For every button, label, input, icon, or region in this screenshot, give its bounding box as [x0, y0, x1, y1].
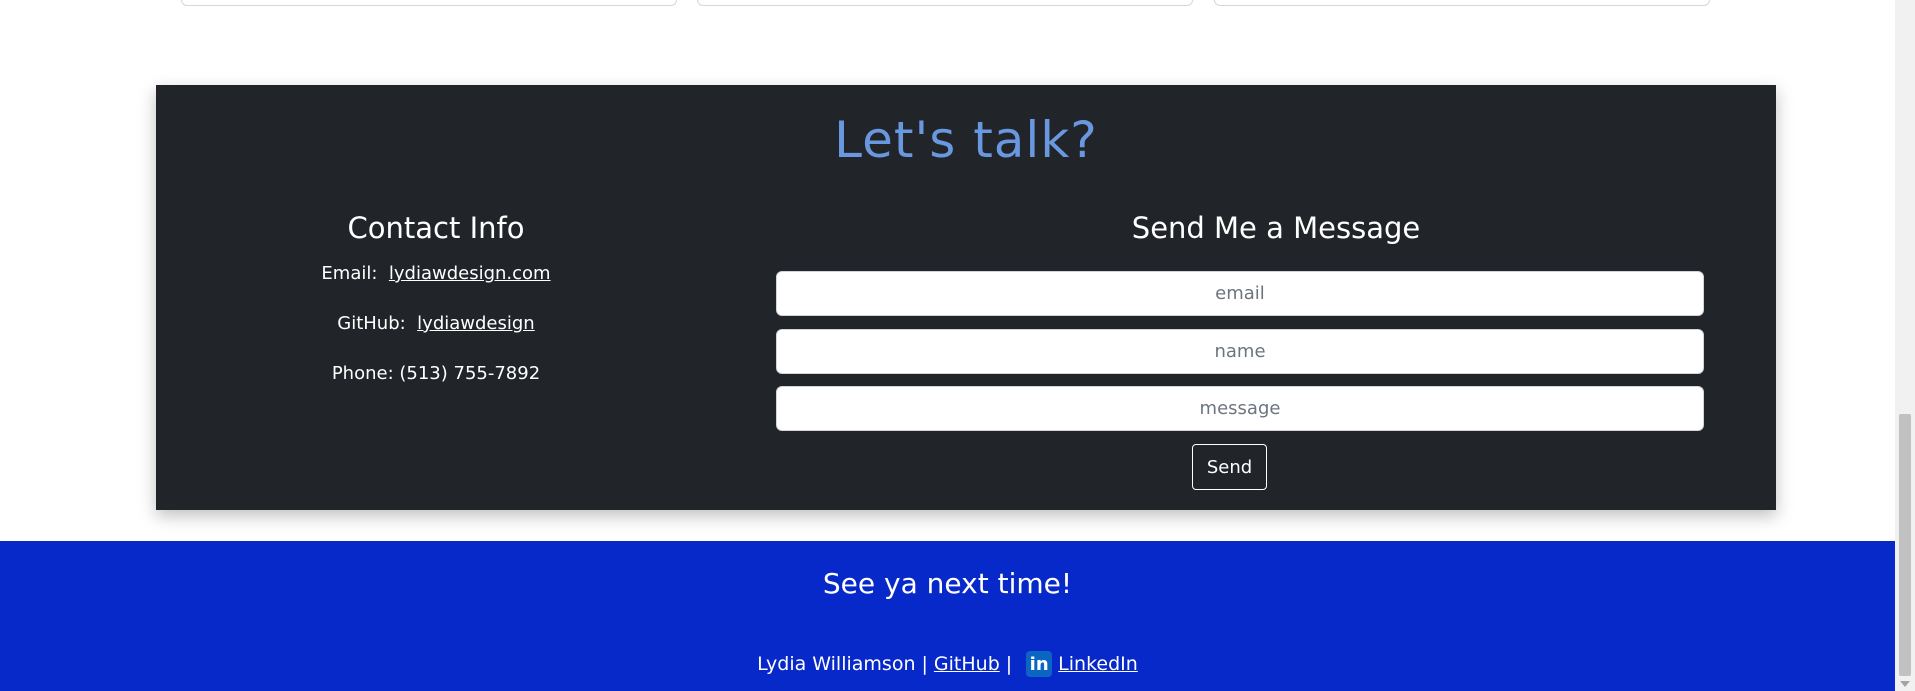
email-placeholder: email — [1215, 283, 1265, 304]
page: Let's talk? Contact Info Email: lydiawde… — [0, 0, 1915, 691]
linkedin-icon[interactable]: in — [1026, 651, 1053, 677]
footer: See ya next time! Lydia Williamson | Git… — [0, 541, 1895, 691]
email-field[interactable]: email — [776, 271, 1704, 316]
github-label: GitHub: — [337, 313, 406, 334]
name-placeholder: name — [1214, 341, 1266, 362]
contact-section: Let's talk? Contact Info Email: lydiawde… — [156, 85, 1776, 510]
name-field[interactable]: name — [776, 329, 1704, 374]
scroll-down-arrow-icon[interactable] — [1900, 681, 1910, 687]
send-button[interactable]: Send — [1192, 444, 1267, 490]
email-link[interactable]: lydiawdesign.com — [389, 263, 551, 284]
footer-linkedin-link[interactable]: LinkedIn — [1058, 653, 1138, 675]
project-card[interactable] — [181, 0, 677, 6]
email-label: Email: — [321, 263, 378, 284]
contact-title: Let's talk? — [834, 111, 1098, 169]
footer-github-link[interactable]: GitHub — [934, 653, 1000, 675]
project-card[interactable] — [697, 0, 1193, 6]
message-form-heading: Send Me a Message — [1131, 211, 1421, 245]
scrollbar[interactable] — [1895, 0, 1915, 691]
project-card[interactable] — [1214, 0, 1710, 6]
scrollbar-thumb[interactable] — [1899, 414, 1911, 676]
footer-links: Lydia Williamson | GitHub | in LinkedIn — [0, 651, 1895, 677]
phone-info: Phone: (513) 755-7892 — [331, 363, 541, 384]
github-link[interactable]: lydiawdesign — [417, 313, 535, 334]
message-field[interactable]: message — [776, 386, 1704, 431]
message-placeholder: message — [1199, 398, 1281, 419]
email-info: Email: lydiawdesign.com — [156, 263, 716, 284]
footer-author: Lydia Williamson | — [757, 653, 928, 675]
footer-separator: | — [1005, 653, 1013, 675]
footer-title: See ya next time! — [822, 567, 1073, 600]
github-info: GitHub: lydiawdesign — [156, 313, 716, 334]
contact-info-heading: Contact Info — [347, 211, 525, 245]
